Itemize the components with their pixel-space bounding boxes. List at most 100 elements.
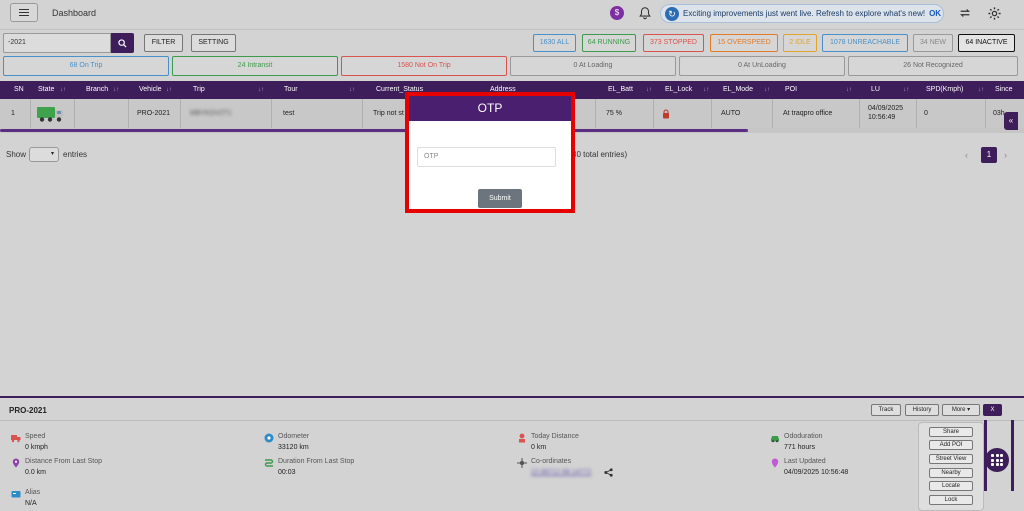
- collapse-panel-button[interactable]: «: [1004, 112, 1018, 130]
- ododuration-value: 771 hours: [784, 444, 816, 451]
- close-panel-button[interactable]: X: [983, 404, 1002, 416]
- notice-ok-button[interactable]: OK: [929, 9, 941, 18]
- coordinates-value[interactable]: 22.88712 88.14772: [531, 469, 591, 476]
- nearby-menu-item[interactable]: Nearby: [929, 468, 973, 478]
- sort-icon[interactable]: ↓↑: [978, 81, 984, 99]
- col-state[interactable]: State: [38, 81, 54, 99]
- status-idle-button[interactable]: 2 IDLE: [783, 34, 817, 52]
- status-inactive-button[interactable]: 64 INACTIVE: [958, 34, 1015, 52]
- page-title: Dashboard: [52, 8, 97, 18]
- filter-button[interactable]: FILTER: [144, 34, 183, 52]
- chip-not-recognized[interactable]: 26 Not Recognized: [848, 56, 1018, 76]
- duration-label: Duration From Last Stop: [278, 458, 355, 465]
- row-since: 03h: [993, 110, 1005, 117]
- otp-input[interactable]: OTP: [417, 147, 556, 167]
- col-vehicle[interactable]: Vehicle: [139, 81, 162, 99]
- search-input[interactable]: -2021: [3, 33, 111, 53]
- distance-label: Distance From Last Stop: [25, 458, 103, 465]
- street-view-menu-item[interactable]: Street View: [929, 454, 973, 464]
- add-poi-menu-item[interactable]: Add POI: [929, 440, 973, 450]
- chip-on-trip[interactable]: 68 On Trip: [3, 56, 169, 76]
- col-tour[interactable]: Tour: [284, 81, 298, 99]
- currency-icon[interactable]: $: [610, 6, 624, 20]
- status-running-button[interactable]: 64 RUNNING: [582, 34, 636, 52]
- setting-button[interactable]: SETTING: [191, 34, 236, 52]
- otp-modal-title: OTP: [409, 96, 571, 121]
- status-new-button[interactable]: 34 NEW: [913, 34, 953, 52]
- search-icon: [118, 38, 127, 48]
- apps-grid-icon[interactable]: [985, 448, 1009, 472]
- search-button[interactable]: [111, 33, 134, 53]
- sort-icon[interactable]: ↓↑: [764, 81, 770, 99]
- col-el-batt[interactable]: EL_Batt: [608, 81, 633, 99]
- col-sn[interactable]: SN: [14, 81, 24, 99]
- hamburger-icon[interactable]: [10, 3, 38, 22]
- alias-value: N/A: [25, 500, 37, 507]
- route-icon: [264, 459, 274, 467]
- lock-icon: [663, 109, 669, 119]
- row-sn: 1: [11, 110, 15, 117]
- alias-label: Alias: [25, 489, 41, 496]
- share-icon[interactable]: [604, 468, 613, 477]
- today-distance-label: Today Distance: [531, 433, 579, 440]
- sort-icon[interactable]: ↓↑: [846, 81, 852, 99]
- road-icon: [519, 433, 525, 443]
- crosshair-icon: [517, 458, 527, 468]
- entries-label: entries: [63, 150, 88, 159]
- track-button[interactable]: Track: [871, 404, 901, 416]
- col-spd[interactable]: SPD(Kmph): [926, 81, 963, 99]
- row-el-batt: 75 %: [606, 110, 622, 117]
- chip-not-on-trip[interactable]: 1580 Not On Trip: [341, 56, 507, 76]
- sync-icon[interactable]: [958, 6, 972, 20]
- locate-menu-item[interactable]: Locate: [929, 481, 973, 491]
- sort-icon[interactable]: ↓↑: [703, 81, 709, 99]
- chip-at-loading[interactable]: 0 At Loading: [510, 56, 676, 76]
- status-unreachable-button[interactable]: 1078 UNREACHABLE: [822, 34, 908, 52]
- status-overspeed-button[interactable]: 15 OVERSPEED: [710, 34, 778, 52]
- last-updated-value: 04/09/2025 10:56:48: [784, 469, 849, 476]
- vehicle-detail-panel: PRO-2021 Track History More ▾ X Speed 0 …: [0, 396, 1024, 511]
- row-trip: MBYKDV2T1: [190, 110, 232, 117]
- sort-icon[interactable]: ↓↑: [166, 81, 172, 99]
- col-el-lock[interactable]: EL_Lock: [665, 81, 692, 99]
- bell-icon[interactable]: [638, 6, 652, 20]
- col-trip[interactable]: Trip: [193, 81, 205, 99]
- gear-icon[interactable]: [987, 6, 1002, 21]
- next-page-icon[interactable]: ›: [1004, 150, 1007, 160]
- sort-icon[interactable]: ↓↑: [349, 81, 355, 99]
- col-since[interactable]: Since: [995, 81, 1013, 99]
- sort-icon[interactable]: ↓↑: [903, 81, 909, 99]
- otp-modal: OTP OTP Submit: [405, 92, 575, 213]
- sort-icon[interactable]: ↓↑: [60, 81, 66, 99]
- scrollbar-thumb[interactable]: [0, 129, 748, 132]
- col-branch[interactable]: Branch: [86, 81, 108, 99]
- more-label: More: [951, 407, 966, 413]
- share-menu-item[interactable]: Share: [929, 427, 973, 437]
- location-pin-icon: [12, 458, 20, 468]
- distance-value: 0.0 km: [25, 469, 47, 476]
- prev-page-icon[interactable]: ‹: [965, 150, 968, 160]
- sort-icon[interactable]: ↓↑: [646, 81, 652, 99]
- history-button[interactable]: History: [905, 404, 939, 416]
- odometer-icon: [264, 433, 274, 443]
- speed-value: 0 kmph: [25, 444, 48, 451]
- status-stopped-button[interactable]: 373 STOPPED: [643, 34, 704, 52]
- col-poi[interactable]: POI: [785, 81, 797, 99]
- lock-menu-item[interactable]: Lock: [929, 495, 973, 505]
- more-button[interactable]: More ▾: [942, 404, 980, 416]
- chip-intransit[interactable]: 24 Intransit: [172, 56, 338, 76]
- refresh-icon: ↻: [665, 6, 679, 21]
- chip-at-unloading[interactable]: 0 At UnLoading: [679, 56, 845, 76]
- col-el-mode[interactable]: EL_Mode: [723, 81, 753, 99]
- page-button[interactable]: 1: [981, 147, 997, 163]
- coordinates-label: Co-ordinates: [531, 458, 572, 465]
- duration-value: 00:03: [278, 469, 296, 476]
- sort-icon[interactable]: ↓↑: [113, 81, 119, 99]
- sort-icon[interactable]: ↓↑: [258, 81, 264, 99]
- truck-small-icon: [11, 435, 21, 443]
- submit-button[interactable]: Submit: [478, 189, 522, 208]
- total-entries: 30 total entries): [572, 150, 628, 159]
- page-size-select[interactable]: ▾: [29, 147, 59, 162]
- status-all-button[interactable]: 1630 ALL: [533, 34, 576, 52]
- odometer-value: 33120 km: [278, 444, 309, 451]
